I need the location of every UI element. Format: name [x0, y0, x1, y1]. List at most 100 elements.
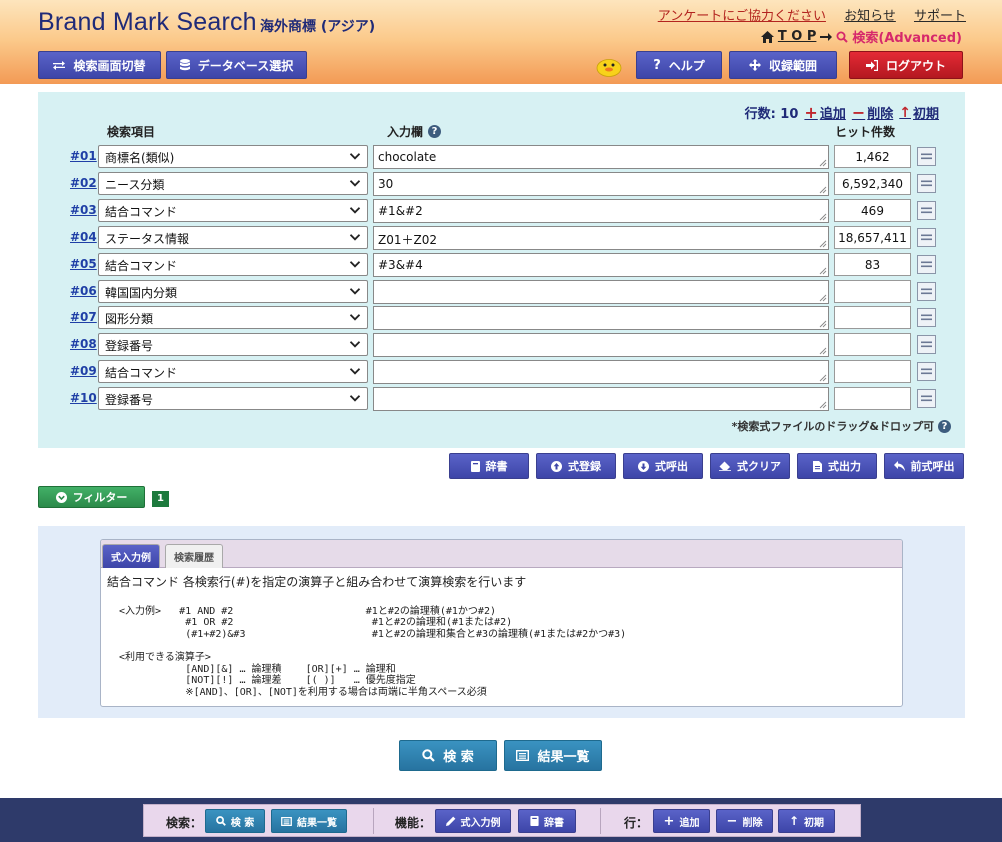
field-select[interactable]: 結合コマンド [98, 360, 368, 384]
tab-input-example[interactable]: 式入力例 [102, 544, 160, 568]
recall-formula-label: 式呼出 [655, 460, 688, 473]
field-select[interactable]: ステータス情報 [98, 225, 368, 249]
export-formula-button[interactable]: 式出力 [797, 453, 877, 479]
row-detail-button[interactable] [917, 227, 936, 247]
footer-reset-rows-button[interactable]: ↑ 初期 [778, 809, 835, 833]
row-number-link[interactable]: #06 [70, 284, 97, 298]
query-input[interactable]: #1&#2 [373, 198, 829, 223]
search-button[interactable]: 検 索 [399, 740, 497, 771]
footer-delete-row-button[interactable]: − 削除 [716, 809, 773, 833]
footer-separator [373, 808, 374, 834]
query-input-value: 30 [378, 176, 394, 191]
field-select[interactable]: 登録番号 [98, 333, 368, 357]
footer-search-button[interactable]: 検 索 [205, 809, 265, 833]
row-number-link[interactable]: #05 [70, 257, 97, 271]
query-input[interactable] [373, 360, 829, 385]
footer-input-example-button[interactable]: 式入力例 [435, 809, 511, 833]
footer-results-label: 結果一覧 [297, 817, 337, 829]
query-input[interactable] [373, 306, 829, 331]
dictionary-button[interactable]: 辞書 [449, 453, 529, 479]
resize-grip-icon[interactable] [818, 373, 827, 382]
delete-row-link[interactable]: − 削除 [852, 103, 893, 122]
register-formula-button[interactable]: 式登録 [536, 453, 616, 479]
tab-search-history[interactable]: 検索履歴 [165, 544, 223, 568]
resize-grip-icon[interactable] [818, 400, 827, 409]
row-detail-button[interactable] [917, 173, 936, 193]
clear-formula-button[interactable]: 式クリア [710, 453, 790, 479]
logout-button[interactable]: ログアウト [849, 51, 963, 79]
resize-grip-icon[interactable] [818, 158, 827, 167]
filter-button[interactable]: フィルター [38, 486, 145, 508]
column-header-input-label: 入力欄 [387, 125, 424, 139]
switch-screen-button[interactable]: 検索画面切替 [38, 51, 161, 79]
input-help-icon[interactable]: ? [428, 125, 442, 138]
field-select[interactable]: 結合コマンド [98, 198, 368, 222]
query-input[interactable] [373, 387, 829, 412]
results-list-button[interactable]: 結果一覧 [504, 740, 602, 771]
survey-link[interactable]: アンケートにご協力ください [658, 9, 826, 24]
help-button[interactable]: ? ヘルプ [636, 51, 722, 79]
previous-formula-button[interactable]: 前式呼出 [884, 453, 964, 479]
field-select[interactable]: 図形分類 [98, 306, 368, 330]
resize-grip-icon[interactable] [818, 239, 827, 248]
row-number-link[interactable]: #01 [70, 149, 97, 163]
database-select-button[interactable]: データベース選択 [166, 51, 307, 79]
row-number-link[interactable]: #08 [70, 337, 97, 351]
search-icon [422, 749, 436, 762]
footer-add-row-button[interactable]: + 追加 [653, 809, 710, 833]
row-number-link[interactable]: #07 [70, 310, 97, 324]
equals-icon [921, 314, 932, 321]
row-number-link[interactable]: #10 [70, 391, 97, 405]
book-icon [530, 816, 539, 826]
breadcrumb-top-link[interactable]: T O P [778, 29, 817, 44]
query-input[interactable] [373, 279, 829, 304]
row-detail-button[interactable] [917, 254, 936, 274]
row-detail-button[interactable] [917, 281, 936, 301]
column-header-hits: ヒット件数 [835, 125, 896, 139]
field-select[interactable]: 韓国国内分類 [98, 279, 368, 303]
query-input[interactable]: Z01＋Z02 [373, 225, 829, 250]
field-select[interactable]: 結合コマンド [98, 252, 368, 276]
row-detail-button[interactable] [917, 308, 936, 328]
query-input[interactable]: chocolate [373, 145, 829, 169]
query-input[interactable]: #3&#4 [373, 252, 829, 277]
row-detail-button[interactable] [917, 362, 936, 382]
resize-grip-icon[interactable] [818, 319, 827, 328]
field-select-value: ニース分類 [105, 177, 165, 192]
dictionary-label: 辞書 [485, 460, 508, 473]
support-link[interactable]: サポート [914, 9, 966, 24]
news-link[interactable]: お知らせ [844, 9, 896, 24]
add-row-link[interactable]: + 追加 [804, 103, 845, 122]
reset-rows-link[interactable]: ↑ 初期 [899, 103, 939, 123]
field-select[interactable]: ニース分類 [98, 171, 368, 195]
resize-grip-icon[interactable] [818, 212, 827, 221]
resize-grip-icon[interactable] [818, 185, 827, 194]
footer-separator [600, 808, 601, 834]
equals-icon [921, 153, 932, 160]
row-number-link[interactable]: #04 [70, 230, 97, 244]
row-number-link[interactable]: #02 [70, 176, 97, 190]
arrow-right-icon [820, 32, 833, 41]
row-detail-button[interactable] [917, 389, 936, 409]
field-select[interactable]: 商標名(類似) [98, 145, 368, 168]
row-number-link[interactable]: #09 [70, 364, 97, 378]
row-detail-button[interactable] [917, 147, 936, 166]
query-input[interactable]: 30 [373, 171, 829, 196]
resize-grip-icon[interactable] [818, 293, 827, 302]
row-detail-button[interactable] [917, 335, 936, 355]
chevron-down-icon [349, 180, 361, 187]
resize-grip-icon[interactable] [818, 346, 827, 355]
drop-help-icon[interactable]: ? [938, 419, 951, 433]
query-input-value: chocolate [378, 150, 437, 164]
footer-dictionary-button[interactable]: 辞書 [518, 809, 576, 833]
query-input[interactable] [373, 333, 829, 358]
coverage-button[interactable]: 収録範囲 [729, 51, 837, 79]
resize-grip-icon[interactable] [818, 266, 827, 275]
row-number-link[interactable]: #03 [70, 203, 97, 217]
field-select[interactable]: 登録番号 [98, 387, 368, 411]
footer-button-bar: 検索： 検 索 結果一覧 機能： 式入力例 辞書 行： + 追加 − 削除 ↑ … [143, 804, 861, 837]
footer-delete-row-label: 削除 [742, 817, 763, 829]
row-detail-button[interactable] [917, 200, 936, 220]
footer-results-button[interactable]: 結果一覧 [271, 809, 347, 833]
recall-formula-button[interactable]: 式呼出 [623, 453, 703, 479]
